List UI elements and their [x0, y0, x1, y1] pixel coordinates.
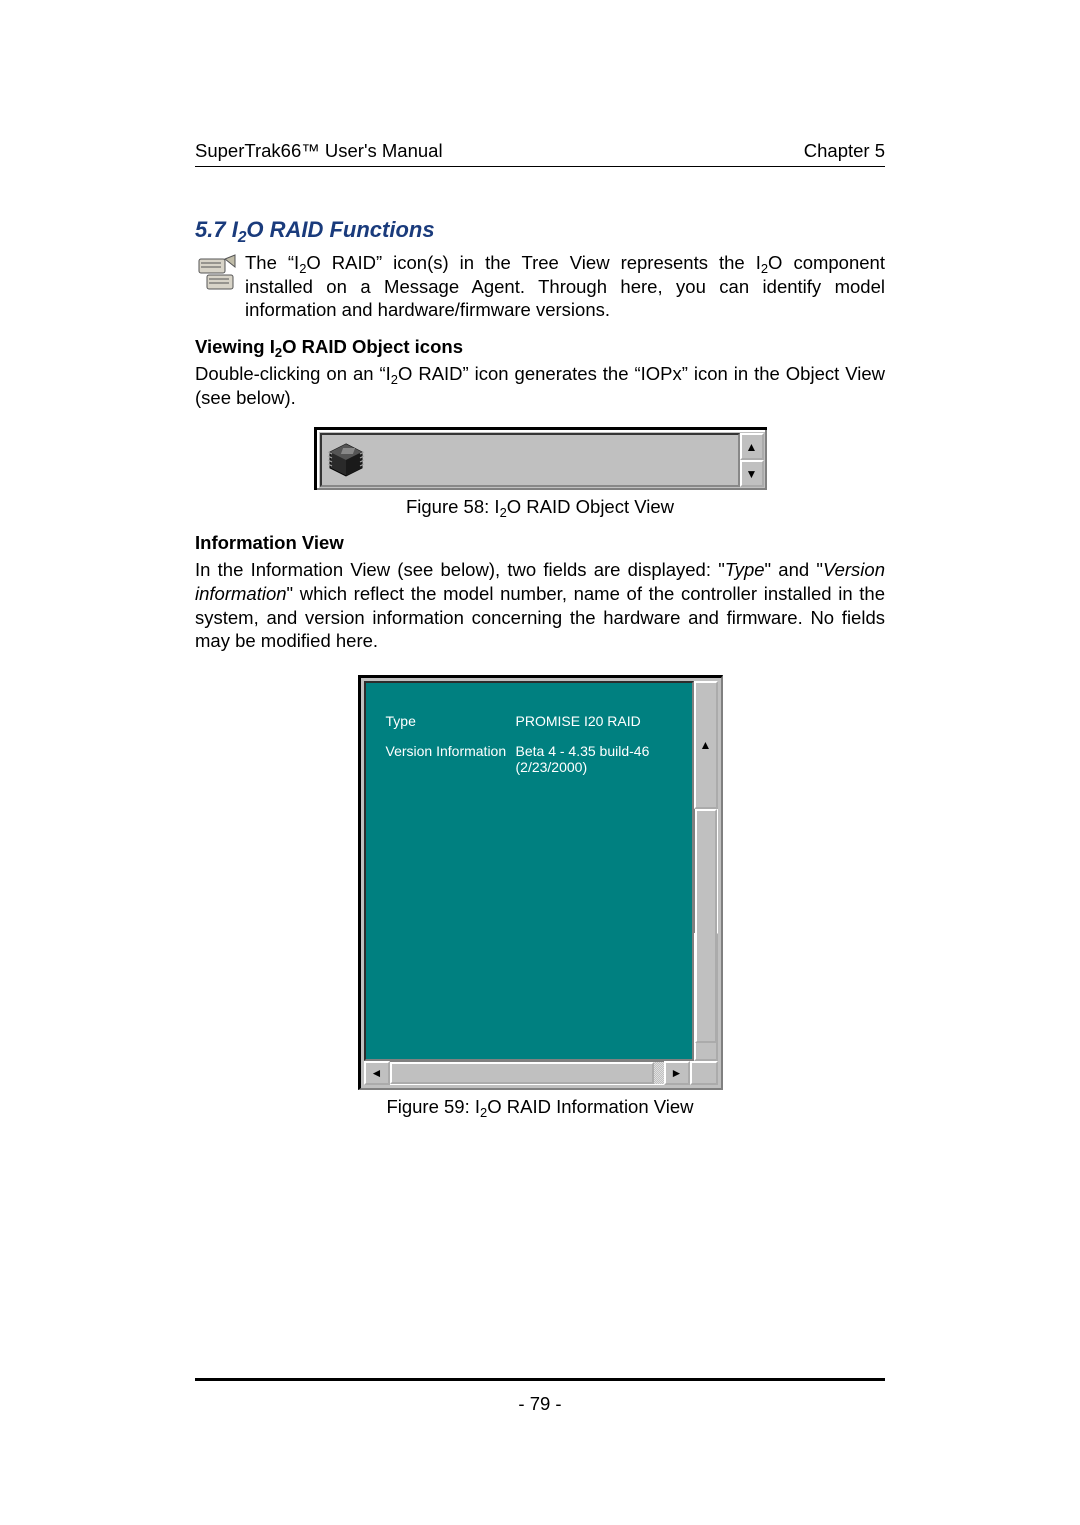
figure-58-object-view: ▲ ▼: [314, 427, 767, 490]
page-header: SuperTrak66™ User's Manual Chapter 5: [195, 140, 885, 167]
italic-type: Type: [725, 559, 765, 580]
scroll-down-button[interactable]: ▼: [740, 460, 764, 487]
intro-block: The “I2O RAID” icon(s) in the Tree View …: [195, 251, 885, 322]
hscroll-thumb[interactable]: [390, 1062, 654, 1084]
scroll-right-button[interactable]: ►: [664, 1061, 690, 1085]
subheading-viewing-icons: Viewing I2O RAID Object icons: [195, 336, 885, 358]
intro-text: The “I2O RAID” icon(s) in the Tree View …: [245, 251, 885, 322]
text-fragment: " which reflect the model number, name o…: [195, 583, 885, 651]
vscroll-thumb[interactable]: [695, 809, 717, 1043]
hscroll-track[interactable]: [390, 1061, 664, 1085]
info-row-version: Version Information Beta 4 - 4.35 build-…: [386, 743, 684, 775]
info-view-hscrollbar[interactable]: ◄ ►: [364, 1061, 718, 1085]
header-right: Chapter 5: [804, 140, 885, 162]
figure-59-information-view: Type PROMISE I20 RAID Version Informatio…: [358, 675, 723, 1090]
subheading-1-text: Double-clicking on an “I2O RAID” icon ge…: [195, 362, 885, 409]
figure-58-caption: Figure 58: I2O RAID Object View: [195, 496, 885, 518]
scroll-up-button[interactable]: ▲: [740, 433, 764, 460]
page-number: - 79 -: [518, 1393, 561, 1414]
iop-chip-icon[interactable]: [326, 440, 366, 480]
vscroll-track[interactable]: [694, 809, 718, 933]
scroll-left-button[interactable]: ◄: [364, 1061, 390, 1085]
section-title: 5.7 I2O RAID Functions: [195, 217, 885, 243]
object-view-pane[interactable]: [320, 433, 740, 487]
info-label: Type: [386, 713, 516, 729]
info-label: Version Information: [386, 743, 516, 775]
text-fragment: " and ": [765, 559, 823, 580]
info-row-type: Type PROMISE I20 RAID: [386, 713, 684, 729]
info-value: PROMISE I20 RAID: [516, 713, 684, 729]
scroll-corner: [690, 1061, 718, 1085]
subheading-information-view: Information View: [195, 532, 885, 554]
info-view-vscrollbar[interactable]: ▲ ▼: [694, 681, 718, 1061]
info-value: Beta 4 - 4.35 build-46 (2/23/2000): [516, 743, 684, 775]
figure-59-caption: Figure 59: I2O RAID Information View: [195, 1096, 885, 1118]
document-page: SuperTrak66™ User's Manual Chapter 5 5.7…: [0, 0, 1080, 1525]
i2o-raid-tree-icon: [195, 253, 239, 297]
information-view-pane[interactable]: Type PROMISE I20 RAID Version Informatio…: [364, 681, 694, 1061]
scroll-up-button[interactable]: ▲: [694, 681, 718, 809]
header-left: SuperTrak66™ User's Manual: [195, 140, 443, 162]
object-view-vscrollbar[interactable]: ▲ ▼: [740, 433, 764, 487]
page-footer: - 79 -: [195, 1378, 885, 1415]
text-fragment: In the Information View (see below), two…: [195, 559, 725, 580]
information-view-text: In the Information View (see below), two…: [195, 558, 885, 653]
